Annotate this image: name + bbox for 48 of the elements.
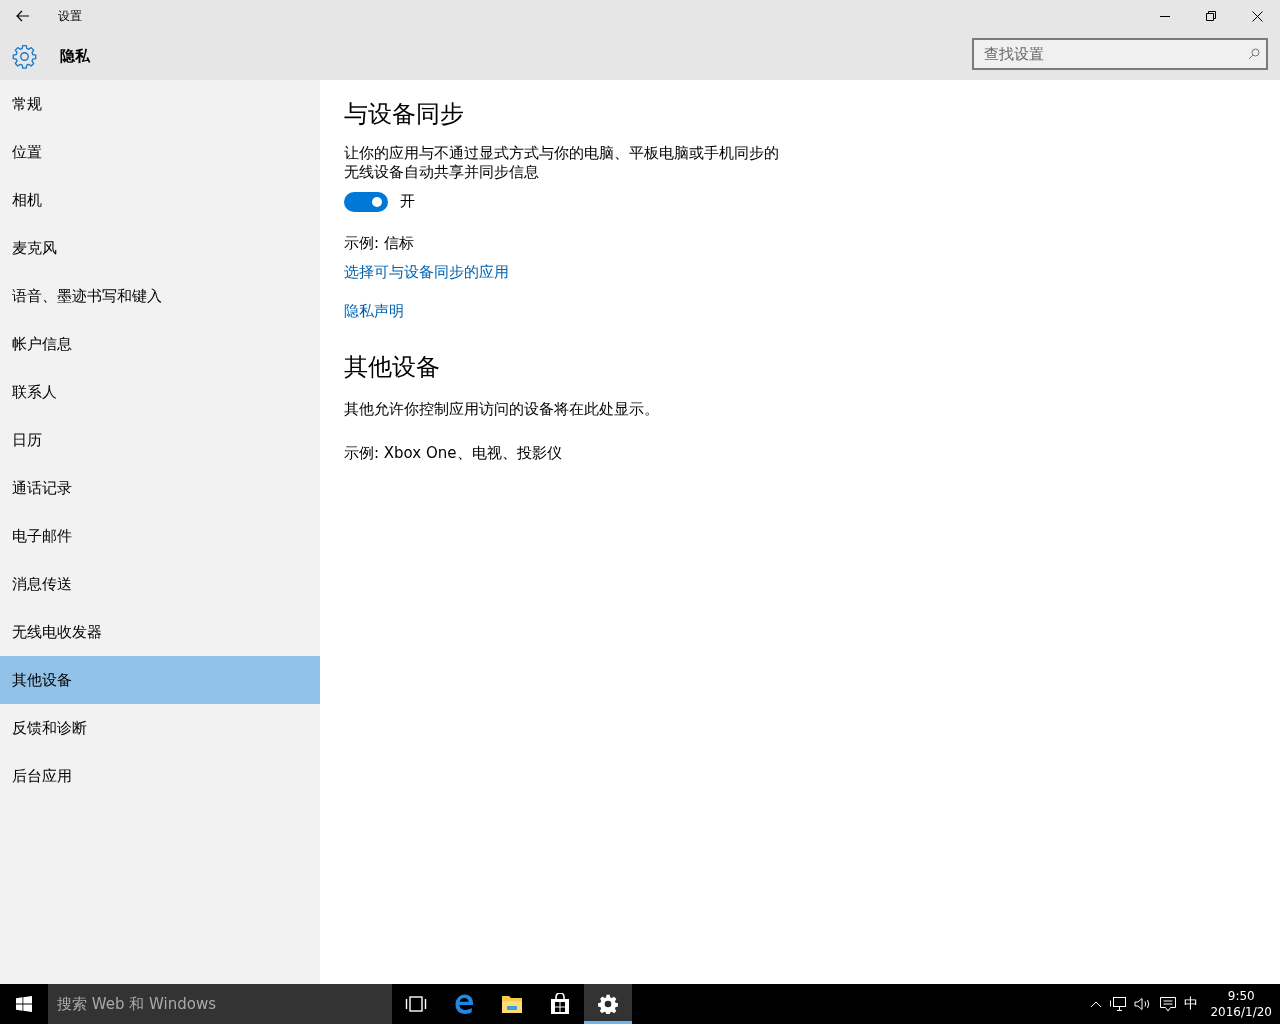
toggle-switch[interactable] <box>344 191 388 212</box>
gear-icon <box>598 994 618 1014</box>
browser-e-icon <box>453 993 475 1015</box>
search-icon <box>1248 47 1260 60</box>
sidebar-item[interactable]: 反馈和诊断 <box>0 704 320 752</box>
sidebar-item[interactable]: 帐户信息 <box>0 320 320 368</box>
description-text: 示例: 信标 <box>344 233 414 253</box>
message-icon[interactable] <box>1160 996 1177 1012</box>
clock-date[interactable]: 2016/1/20 <box>1210 1004 1272 1020</box>
page-title: 隐私 <box>60 46 90 66</box>
windows-logo-icon <box>16 996 32 1012</box>
sidebar-item[interactable]: 常规 <box>0 80 320 128</box>
sidebar-item[interactable]: 麦克风 <box>0 224 320 272</box>
taskbar-search-field[interactable]: 搜索 Web 和 Windows <box>48 984 392 1024</box>
restore-icon <box>1206 11 1216 21</box>
sidebar-item[interactable]: 消息传送 <box>0 560 320 608</box>
sidebar-item[interactable]: 后台应用 <box>0 752 320 800</box>
clock-time[interactable]: 9:50 <box>1227 988 1255 1004</box>
gear-icon <box>12 43 37 69</box>
taskbar-app-button[interactable] <box>584 984 632 1024</box>
shopping-bag-icon <box>549 993 571 1015</box>
sidebar-item[interactable]: 其他设备 <box>0 656 320 704</box>
toggle-label: 开 <box>400 192 415 212</box>
search-field[interactable]: 查找设置 <box>972 37 1268 70</box>
link[interactable]: 隐私声明 <box>344 301 404 321</box>
sidebar-item[interactable]: 电子邮件 <box>0 512 320 560</box>
task-view-icon <box>405 996 427 1012</box>
back-arrow-icon <box>16 10 30 22</box>
sidebar-item[interactable]: 相机 <box>0 176 320 224</box>
description-text: 其他允许你控制应用访问的设备将在此处显示。 <box>344 400 659 420</box>
description-text: 让你的应用与不通过显式方式与你的电脑、平板电脑或手机同步的 <box>344 143 779 163</box>
input-method-indicator[interactable]: 中 <box>1184 995 1199 1013</box>
link[interactable]: 选择可与设备同步的应用 <box>344 262 509 282</box>
description-text: 示例: Xbox One、电视、投影仪 <box>344 444 562 464</box>
sidebar-item[interactable]: 位置 <box>0 128 320 176</box>
window-title: 设置 <box>58 7 82 25</box>
description-text: 无线设备自动共享并同步信息 <box>344 162 539 182</box>
sidebar-item[interactable]: 通话记录 <box>0 464 320 512</box>
section-heading: 与设备同步 <box>344 99 465 130</box>
section-heading: 其他设备 <box>344 351 441 383</box>
sidebar-item[interactable]: 日历 <box>0 416 320 464</box>
close-icon <box>1251 10 1263 22</box>
chevron-up-icon[interactable] <box>1090 1000 1103 1008</box>
sidebar-item[interactable]: 联系人 <box>0 368 320 416</box>
sidebar-item[interactable]: 无线电收发器 <box>0 608 320 656</box>
folder-icon <box>501 994 523 1014</box>
monitor-icon[interactable] <box>1110 997 1127 1011</box>
sidebar-item[interactable]: 语音、墨迹书写和键入 <box>0 272 320 320</box>
